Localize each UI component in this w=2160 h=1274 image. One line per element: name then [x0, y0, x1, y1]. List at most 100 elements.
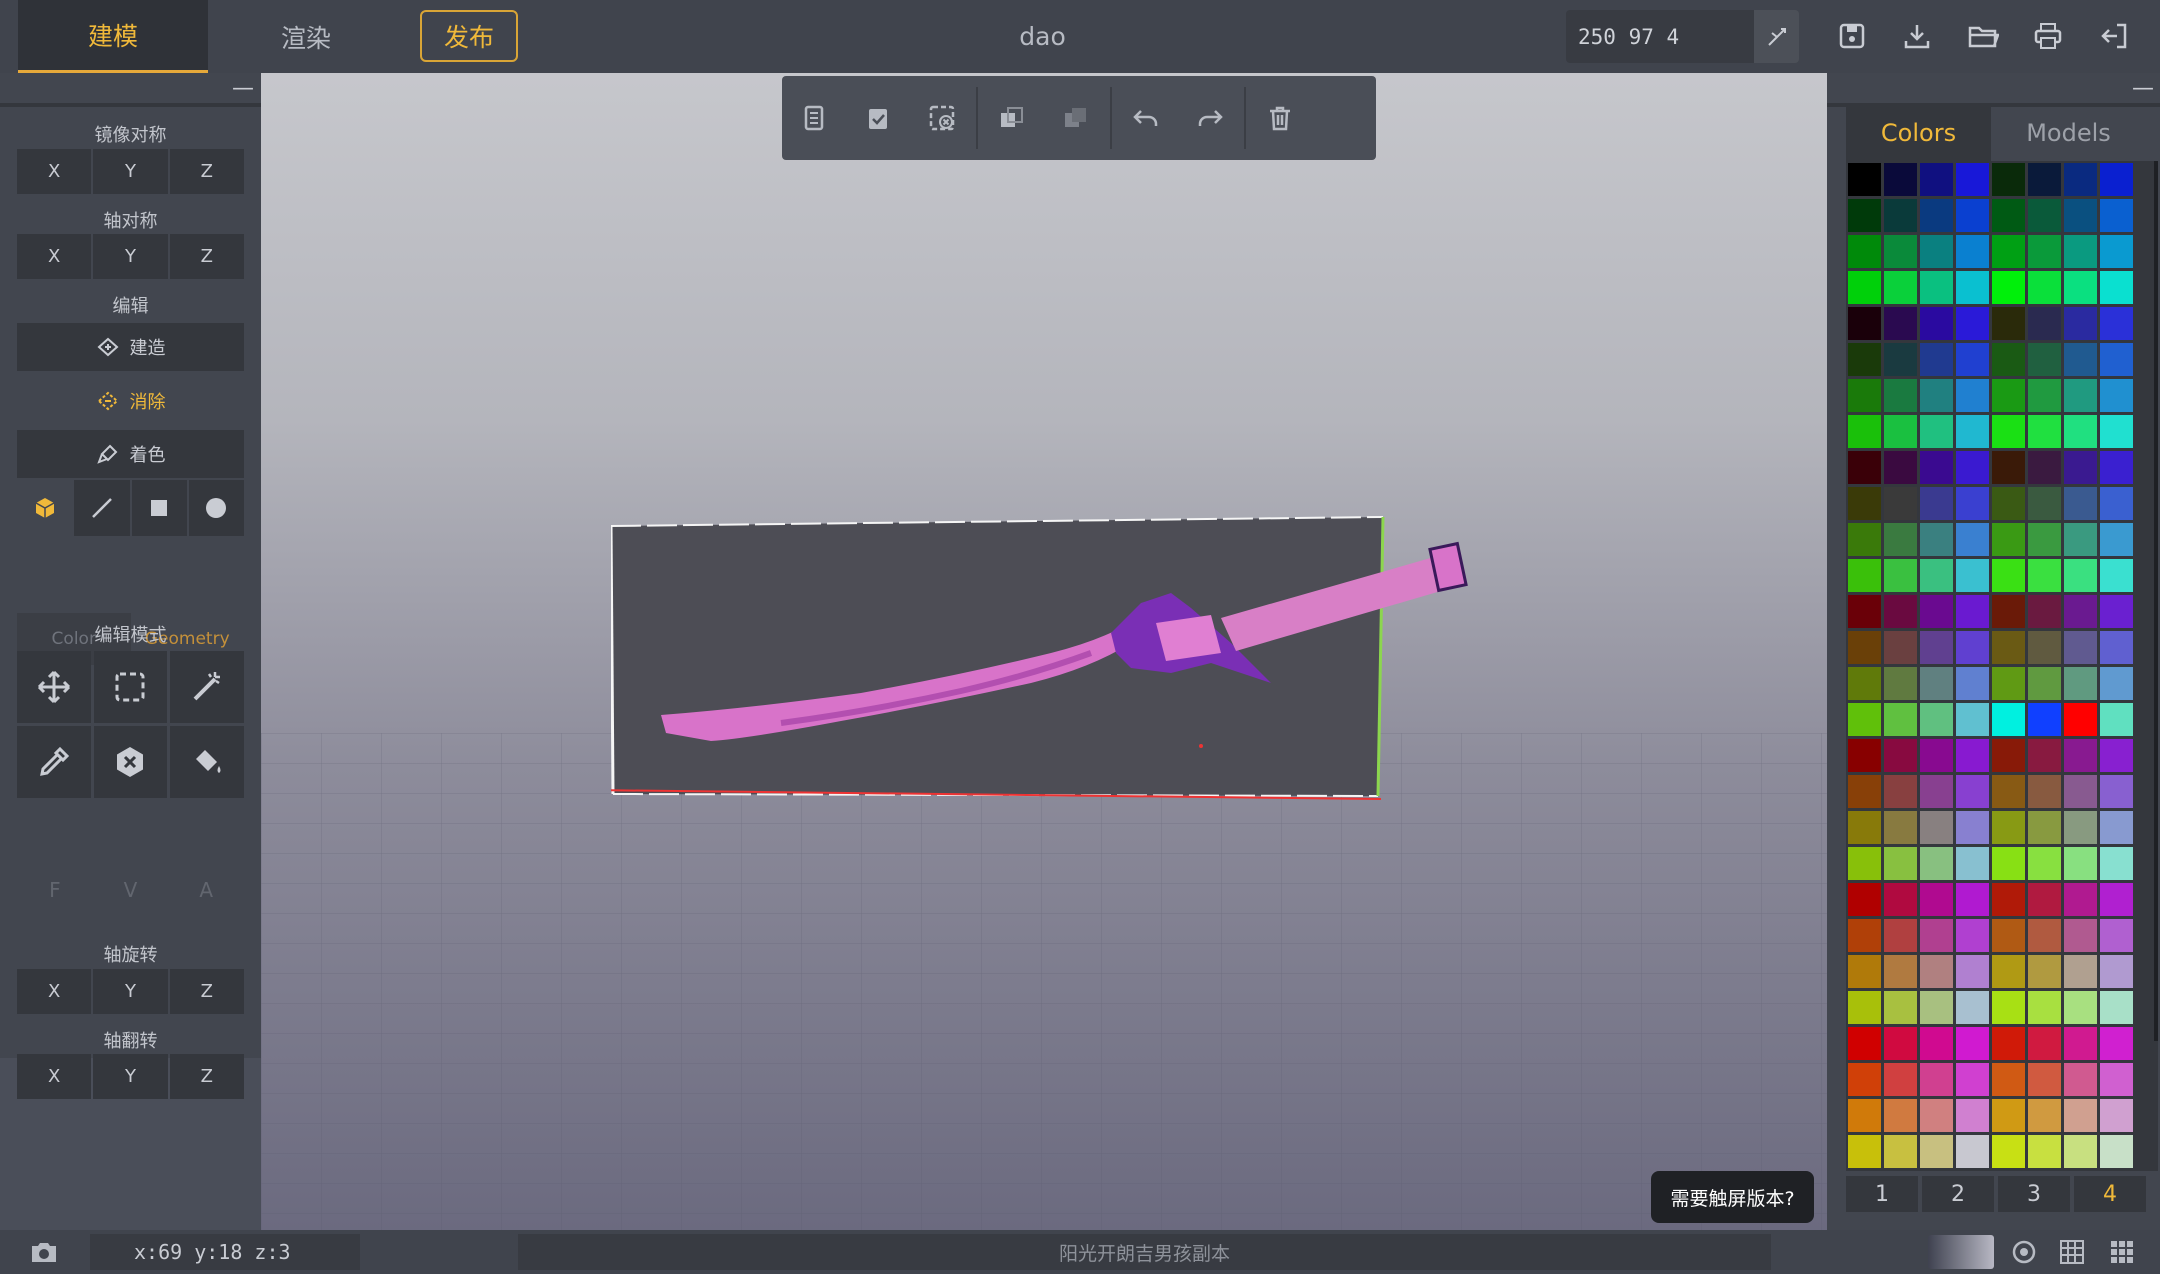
voxel-shape-button[interactable] [17, 480, 72, 536]
color-swatch[interactable] [1920, 307, 1953, 340]
eyedropper-button[interactable] [17, 726, 91, 798]
color-swatch[interactable] [1884, 523, 1917, 556]
color-swatch[interactable] [2064, 595, 2097, 628]
color-swatch[interactable] [1848, 631, 1881, 664]
color-swatch[interactable] [1920, 703, 1953, 736]
rotate-z-button[interactable]: Z [169, 969, 244, 1014]
color-swatch[interactable] [2028, 595, 2061, 628]
touch-version-button[interactable]: 需要触屏版本? [1651, 1171, 1814, 1223]
color-swatch[interactable] [1992, 271, 2025, 304]
color-swatch[interactable] [2064, 451, 2097, 484]
color-swatch[interactable] [1920, 487, 1953, 520]
color-swatch[interactable] [2028, 559, 2061, 592]
collapse-right-button[interactable]: — [2130, 78, 2156, 101]
color-swatch[interactable] [2064, 1135, 2097, 1168]
color-swatch[interactable] [1992, 955, 2025, 988]
color-swatch[interactable] [2100, 307, 2133, 340]
color-swatch[interactable] [2064, 379, 2097, 412]
magic-wand-button[interactable] [170, 651, 244, 723]
move-tool-button[interactable] [17, 651, 91, 723]
color-swatch[interactable] [1848, 991, 1881, 1024]
color-swatch[interactable] [1920, 1063, 1953, 1096]
color-swatch[interactable] [2100, 415, 2133, 448]
color-swatch[interactable] [2028, 739, 2061, 772]
rect-shape-button[interactable] [131, 480, 187, 536]
select-tool-button[interactable] [93, 651, 168, 723]
color-swatch[interactable] [1920, 271, 1953, 304]
build-button[interactable]: 建造 [17, 323, 244, 371]
color-swatch[interactable] [1848, 1027, 1881, 1060]
color-swatch[interactable] [1920, 955, 1953, 988]
color-swatch[interactable] [2028, 1135, 2061, 1168]
color-swatch[interactable] [2028, 703, 2061, 736]
dimensions-field[interactable]: 250 97 4 [1566, 10, 1754, 63]
color-swatch[interactable] [2028, 451, 2061, 484]
color-swatch[interactable] [2064, 811, 2097, 844]
color-swatch[interactable] [2100, 703, 2133, 736]
color-swatch[interactable] [1956, 523, 1989, 556]
color-swatch[interactable] [1956, 955, 1989, 988]
color-swatch[interactable] [1956, 415, 1989, 448]
palette-page-3[interactable]: 3 [1998, 1176, 2070, 1212]
color-swatch[interactable] [1992, 343, 2025, 376]
screenshot-button[interactable] [26, 1236, 62, 1268]
color-swatch[interactable] [2028, 1099, 2061, 1132]
color-swatch[interactable] [2100, 631, 2133, 664]
color-swatch[interactable] [1848, 199, 1881, 232]
color-swatch[interactable] [2028, 343, 2061, 376]
color-swatch[interactable] [2064, 631, 2097, 664]
color-swatch[interactable] [2100, 199, 2133, 232]
color-swatch[interactable] [1956, 379, 1989, 412]
color-swatch[interactable] [1956, 739, 1989, 772]
color-swatch[interactable] [1884, 343, 1917, 376]
color-swatch[interactable] [1848, 559, 1881, 592]
color-swatch[interactable] [2064, 559, 2097, 592]
color-swatch[interactable] [1884, 1027, 1917, 1060]
color-swatch[interactable] [2064, 523, 2097, 556]
color-swatch[interactable] [2028, 991, 2061, 1024]
color-swatch[interactable] [1920, 919, 1953, 952]
color-swatch[interactable] [1848, 379, 1881, 412]
redo-button[interactable] [1178, 76, 1242, 160]
color-swatch[interactable] [2100, 919, 2133, 952]
color-swatch[interactable] [1956, 991, 1989, 1024]
color-swatch[interactable] [1992, 1135, 2025, 1168]
flip-x-button[interactable]: X [17, 1054, 92, 1099]
color-swatch[interactable] [2064, 919, 2097, 952]
color-swatch[interactable] [1848, 847, 1881, 880]
3d-viewport[interactable] [261, 73, 1827, 1230]
color-swatch[interactable] [2028, 163, 2061, 196]
color-swatch[interactable] [1848, 307, 1881, 340]
color-swatch[interactable] [2064, 703, 2097, 736]
color-swatch[interactable] [1884, 559, 1917, 592]
color-swatch[interactable] [1884, 775, 1917, 808]
color-swatch[interactable] [2100, 1099, 2133, 1132]
color-swatch[interactable] [1920, 883, 1953, 916]
color-swatch[interactable] [1920, 739, 1953, 772]
color-swatch[interactable] [1848, 703, 1881, 736]
color-swatch[interactable] [1956, 1063, 1989, 1096]
clear-selection-button[interactable] [910, 76, 974, 160]
tab-models[interactable]: Models [1991, 105, 2146, 161]
color-swatch[interactable] [1992, 811, 2025, 844]
color-swatch[interactable] [1920, 631, 1953, 664]
color-swatch[interactable] [2064, 271, 2097, 304]
color-swatch[interactable] [1992, 379, 2025, 412]
color-swatch[interactable] [1992, 883, 2025, 916]
color-swatch[interactable] [1956, 811, 1989, 844]
symmetry-x-button[interactable]: X [17, 234, 92, 279]
color-swatch[interactable] [1920, 415, 1953, 448]
color-swatch[interactable] [2064, 1027, 2097, 1060]
color-swatch[interactable] [1956, 1099, 1989, 1132]
mirror-x-button[interactable]: X [17, 149, 92, 194]
color-swatch[interactable] [2100, 991, 2133, 1024]
color-swatch[interactable] [1848, 667, 1881, 700]
flip-z-button[interactable]: Z [169, 1054, 244, 1099]
color-swatch[interactable] [2028, 811, 2061, 844]
undo-button[interactable] [1114, 76, 1178, 160]
palette-page-1[interactable]: 1 [1846, 1176, 1918, 1212]
color-swatch[interactable] [1956, 487, 1989, 520]
symmetry-y-button[interactable]: Y [93, 234, 168, 279]
delete-voxel-button[interactable] [93, 726, 168, 798]
circle-shape-button[interactable] [188, 480, 244, 536]
